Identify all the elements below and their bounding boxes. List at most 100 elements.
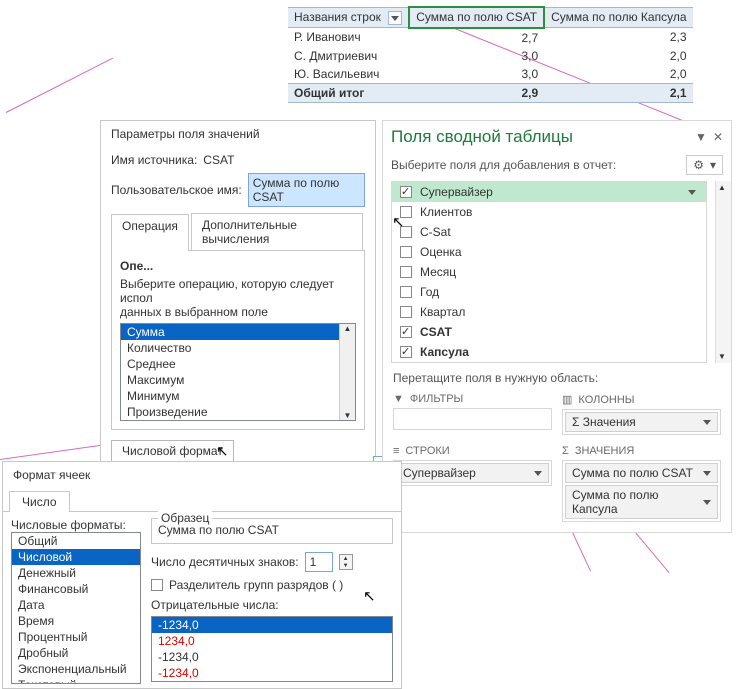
list-item[interactable]: -1234,0 (152, 665, 392, 681)
custom-name-label: Пользовательское имя: (111, 183, 242, 197)
field-checkbox[interactable] (400, 266, 412, 278)
field-row-capsule[interactable]: Капсула (392, 342, 706, 362)
pivot-header-capsule[interactable]: Сумма по полю Капсула (544, 7, 692, 28)
table-row: Р. Иванович2,72,3 (288, 28, 693, 47)
pill-capsule[interactable]: Сумма по полю Капсула (565, 485, 718, 519)
list-item[interactable]: Финансовый (12, 581, 140, 597)
field-checkbox[interactable] (400, 206, 412, 218)
field-row[interactable]: Квартал (392, 302, 706, 322)
field-row[interactable]: Месяц (392, 262, 706, 282)
list-item[interactable]: Минимум (121, 388, 355, 404)
field-checkbox[interactable] (400, 326, 412, 338)
scrollbar[interactable]: ▲▼ (339, 324, 355, 420)
list-item[interactable]: Процентный (12, 629, 140, 645)
list-item[interactable]: Дата (12, 597, 140, 613)
pivot-table: Названия строк Сумма по полю CSAT Сумма … (288, 6, 693, 103)
pane-subtitle: Выберите поля для добавления в отчет: (391, 158, 616, 172)
field-checkbox[interactable] (400, 246, 412, 258)
values-dropzone[interactable]: Сумма по полю CSAT Сумма по полю Капсула (562, 460, 721, 522)
chevron-down-icon[interactable] (703, 500, 711, 505)
list-item[interactable]: Текстовый (12, 677, 140, 684)
filters-dropzone[interactable] (393, 408, 552, 430)
thousands-separator-checkbox[interactable] (151, 579, 163, 591)
list-item[interactable]: -1234,0 (152, 617, 392, 633)
field-list: Супервайзер Клиентов C-Sat Оценка Месяц … (391, 181, 707, 363)
rowlabels-dropdown-icon[interactable] (388, 11, 402, 25)
list-item[interactable]: 1234,0 (152, 633, 392, 649)
field-checkbox[interactable] (400, 226, 412, 238)
scrollbar[interactable]: ▲▼ (715, 181, 731, 363)
area-rows: ≡СТРОКИ Супервайзер (393, 445, 552, 522)
rows-icon: ≡ (393, 445, 399, 457)
number-format-button[interactable]: Числовой формат (111, 440, 234, 462)
columns-icon: ▥ (562, 393, 572, 406)
field-row[interactable]: Год (392, 282, 706, 302)
dialog-title: Параметры поля значений (101, 121, 375, 147)
category-listbox[interactable]: Общий Числовой Денежный Финансовый Дата … (11, 532, 141, 684)
pane-title: Поля сводной таблицы (391, 127, 573, 147)
negative-numbers-label: Отрицательные числа: (151, 598, 393, 612)
chevron-down-icon[interactable] (703, 471, 711, 476)
list-item[interactable]: -1234,0 (152, 649, 392, 665)
close-icon[interactable]: ✕ (713, 130, 723, 144)
pill-supervisor[interactable]: Супервайзер (396, 463, 549, 483)
filter-icon: ▼ (393, 393, 404, 405)
sample-label: Образец (158, 511, 212, 525)
field-row[interactable]: C-Sat (392, 222, 706, 242)
table-row: С. Дмитриевич3,02,0 (288, 47, 693, 65)
field-row-supervisor[interactable]: Супервайзер (392, 182, 706, 202)
chevron-down-icon[interactable] (703, 420, 711, 425)
chevron-down-icon[interactable] (534, 471, 542, 476)
drop-instruction: Перетащите поля в нужную область: (383, 363, 731, 389)
pill-sigma-values[interactable]: Σ Значения (565, 412, 718, 432)
tab-number[interactable]: Число (9, 491, 70, 512)
field-checkbox[interactable] (400, 286, 412, 298)
pill-csat[interactable]: Сумма по полю CSAT (565, 463, 718, 483)
dropdown-icon[interactable]: ▼ (695, 130, 707, 144)
list-item[interactable]: Денежный (12, 565, 140, 581)
decimal-places-label: Число десятичных знаков: (151, 555, 299, 569)
operation-hint: Выберите операцию, которую следует испол… (120, 277, 356, 319)
list-item[interactable]: Экспоненциальный (12, 661, 140, 677)
tab-additional-calc[interactable]: Дополнительные вычисления (191, 213, 363, 250)
field-checkbox[interactable] (400, 186, 412, 198)
field-checkbox[interactable] (400, 306, 412, 318)
list-item[interactable]: Дробный (12, 645, 140, 661)
operation-listbox[interactable]: Сумма Количество Среднее Максимум Миниму… (120, 323, 356, 421)
category-label: Числовые форматы: (11, 518, 141, 532)
decimal-spinner[interactable]: ▲▼ (339, 554, 353, 570)
pivot-header-rows[interactable]: Названия строк (288, 7, 409, 28)
list-item[interactable]: Среднее (121, 356, 355, 372)
list-item[interactable]: Числовой (12, 549, 140, 565)
decimal-places-input[interactable]: 1 (305, 552, 333, 572)
pivot-header-csat[interactable]: Сумма по полю CSAT (409, 7, 544, 28)
rows-dropzone[interactable]: Супервайзер (393, 460, 552, 486)
thousands-separator-label: Разделитель групп разрядов ( ) (169, 578, 343, 592)
list-item[interactable]: Количество (121, 340, 355, 356)
custom-name-input[interactable]: Сумма по полю CSAT (248, 173, 365, 207)
operation-group-label: Опе... (120, 259, 356, 273)
field-row[interactable]: Клиентов (392, 202, 706, 222)
dialog-title: Формат ячеек (3, 462, 401, 488)
pivot-total-row: Общий итог2,92,1 (288, 83, 693, 102)
list-item[interactable]: Сумма (121, 324, 355, 340)
sample-value: Сумма по полю CSAT (158, 523, 386, 537)
list-item[interactable]: Произведение (121, 404, 355, 420)
field-row[interactable]: Оценка (392, 242, 706, 262)
source-name-label: Имя источника: (111, 153, 197, 167)
list-item[interactable]: Общий (12, 533, 140, 549)
area-columns: ▥КОЛОННЫ Σ Значения (562, 393, 721, 435)
field-row-csat[interactable]: CSAT (392, 322, 706, 342)
list-item[interactable]: Время (12, 613, 140, 629)
field-checkbox[interactable] (400, 346, 412, 358)
area-filters: ▼ФИЛЬТРЫ (393, 393, 552, 435)
list-item[interactable]: Максимум (121, 372, 355, 388)
tab-operation[interactable]: Операция (111, 214, 189, 251)
negative-numbers-listbox[interactable]: -1234,0 1234,0 -1234,0 -1234,0 (151, 616, 393, 682)
gear-icon: ⚙ (693, 158, 704, 172)
columns-dropzone[interactable]: Σ Значения (562, 409, 721, 435)
chevron-down-icon: ▾ (710, 158, 716, 172)
chevron-down-icon[interactable] (688, 190, 696, 195)
pane-tools-button[interactable]: ⚙ ▾ (686, 155, 723, 175)
pivot-fields-pane: Поля сводной таблицы ▼ ✕ Выберите поля д… (382, 120, 732, 533)
